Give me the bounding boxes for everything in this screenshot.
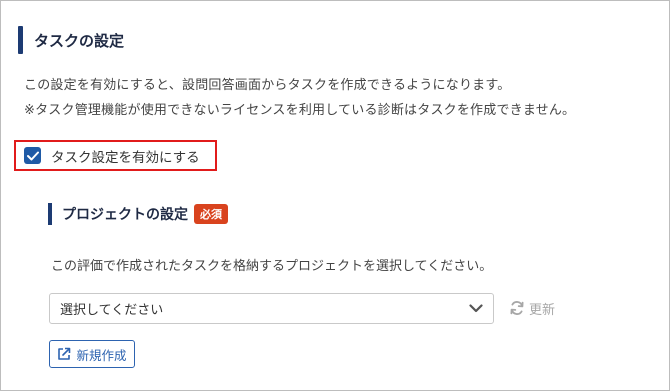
task-settings-title: タスクの設定 xyxy=(34,31,125,50)
new-project-button[interactable]: 新規作成 xyxy=(49,340,135,368)
external-link-icon xyxy=(58,347,71,360)
project-settings-title: プロジェクトの設定 xyxy=(62,207,188,223)
project-select[interactable]: 選択してください xyxy=(49,293,494,324)
refresh-button[interactable]: 更新 xyxy=(509,297,555,319)
settings-panel: タスクの設定 この設定を有効にすると、設問回答画面からタスクを作成できるようにな… xyxy=(0,0,670,391)
new-project-label: 新規作成 xyxy=(76,347,127,363)
project-settings-description: この評価で作成されたタスクを格納するプロジェクトを選択してください。 xyxy=(51,259,493,274)
enable-task-checkbox[interactable] xyxy=(24,147,41,164)
task-settings-description-line1: この設定を有効にすると、設問回答画面からタスクを作成できるようになります。 xyxy=(24,78,511,93)
project-select-value: 選択してください xyxy=(60,303,164,318)
task-settings-description-line2: ※タスク管理機能が使用できないライセンスを利用している診断はタスクを作成できませ… xyxy=(24,103,576,118)
refresh-icon xyxy=(510,301,524,315)
project-settings-heading: プロジェクトの設定 必須 xyxy=(48,203,228,225)
task-settings-heading: タスクの設定 xyxy=(18,26,124,54)
heading-accent-bar xyxy=(18,26,23,54)
check-icon xyxy=(26,151,39,160)
required-badge: 必須 xyxy=(194,204,228,224)
chevron-down-icon xyxy=(469,304,483,313)
enable-task-checkbox-row[interactable]: タスク設定を有効にする xyxy=(14,140,217,171)
enable-task-label[interactable]: タスク設定を有効にする xyxy=(51,146,200,166)
refresh-label: 更新 xyxy=(529,302,556,318)
subheading-accent-bar xyxy=(48,203,52,225)
